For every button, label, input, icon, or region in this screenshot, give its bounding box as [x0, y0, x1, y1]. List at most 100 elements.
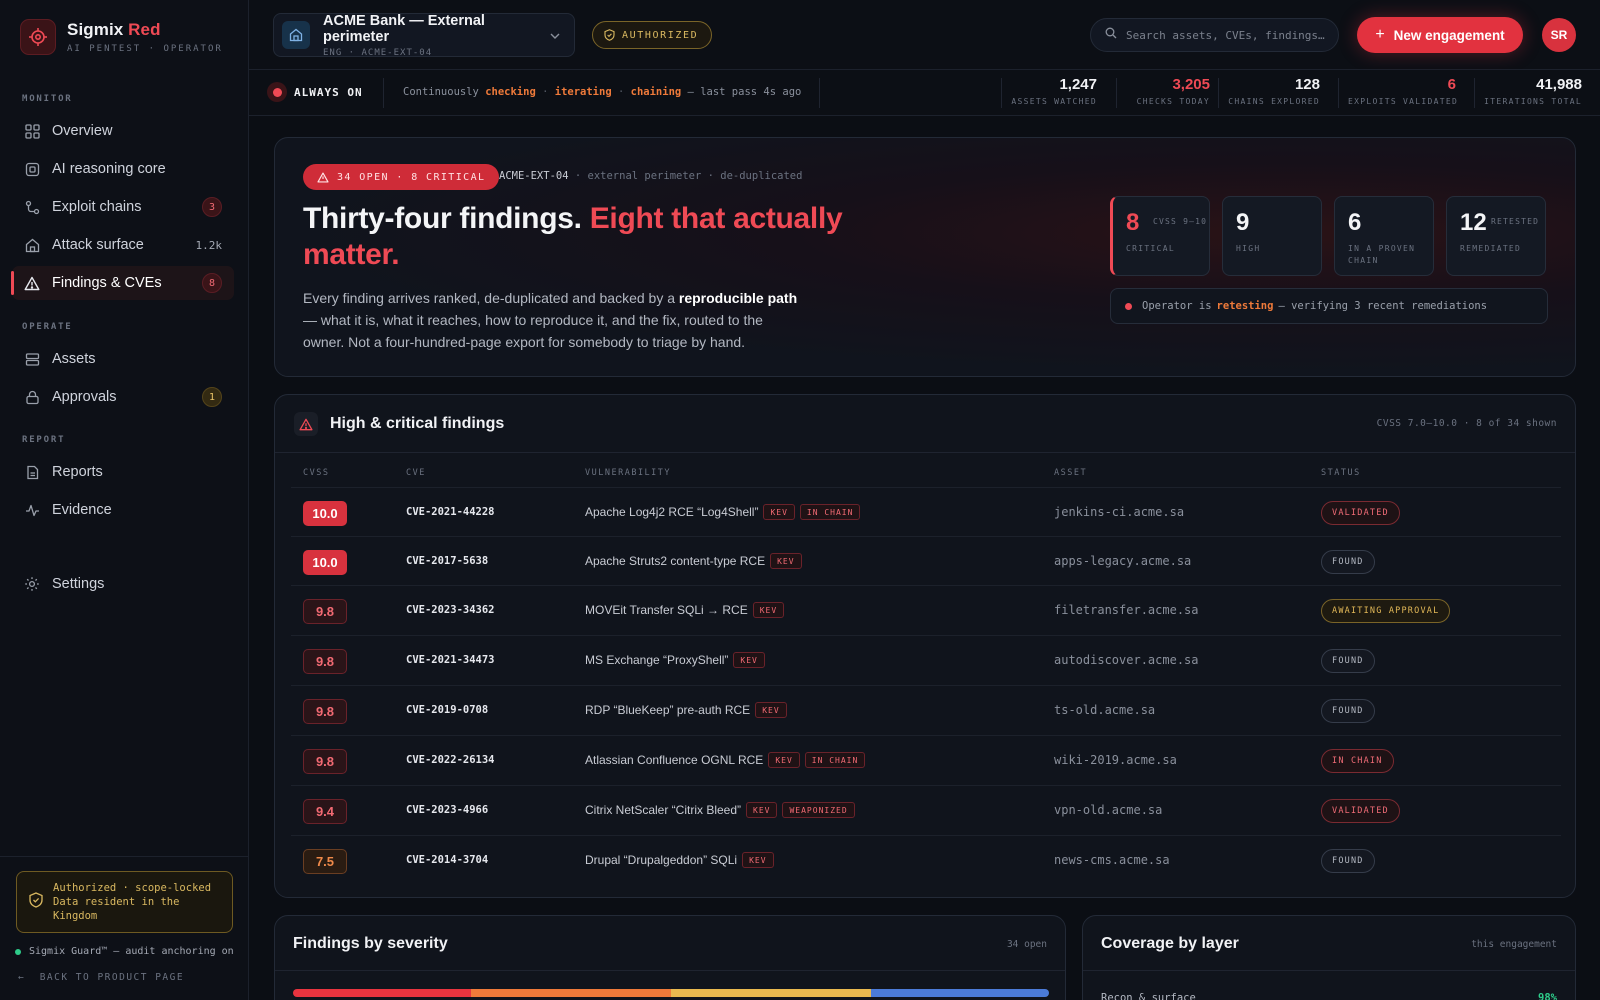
table-row[interactable]: 9.8 CVE-2019-0708 RDP “BlueKeep” pre-auth …: [291, 685, 1561, 735]
metric-chains-explored: 128 CHAINS EXPLORED: [1228, 76, 1320, 110]
asset-host[interactable]: autodiscover.acme.sa: [1054, 653, 1199, 667]
brand[interactable]: Sigmix Red AI PENTEST · OPERATOR: [20, 19, 223, 55]
search-box[interactable]: [1090, 18, 1339, 52]
cve-id[interactable]: CVE-2023-4966: [406, 804, 488, 816]
table-row[interactable]: 10.0 CVE-2021-44228 Apache Log4j2 RCE “Log…: [291, 487, 1561, 537]
sidebar-item-findings-cves[interactable]: Findings & CVEs 8: [11, 266, 234, 300]
sidebar-item-settings[interactable]: Settings: [12, 567, 234, 601]
vulnerability-name: Apache Log4j2 RCE “Log4Shell”: [585, 505, 759, 519]
coverage-panel: Coverage by layer this engagement Recon …: [1082, 915, 1576, 1000]
asset-host[interactable]: vpn-old.acme.sa: [1054, 803, 1162, 817]
cve-id[interactable]: CVE-2019-0708: [406, 704, 488, 716]
live-dot: [267, 82, 287, 102]
avatar[interactable]: SR: [1542, 18, 1576, 52]
metric-value: 3,205: [1172, 76, 1210, 93]
divider: [1083, 970, 1575, 971]
column-header-status[interactable]: STATUS: [1321, 468, 1361, 478]
warning-icon: [317, 172, 329, 182]
sidebar-item-label: AI reasoning core: [52, 161, 166, 177]
sidebar-item-attack-surface[interactable]: Attack surface 1.2k: [12, 228, 234, 262]
authorized-badge: AUTHORIZED: [592, 21, 713, 49]
asset-host[interactable]: ts-old.acme.sa: [1054, 703, 1155, 717]
table-row[interactable]: 9.4 CVE-2023-4966 Citrix NetScaler “Citrix…: [291, 785, 1561, 835]
sidebar-item-reports[interactable]: Reports: [12, 455, 234, 489]
table-row[interactable]: 9.8 CVE-2021-34473 MS Exchange “ProxyShell…: [291, 635, 1561, 685]
coverage-panel-meta: this engagement: [1471, 939, 1557, 950]
stat-card-critical[interactable]: 8 CVSS 9–10 CRITICAL: [1110, 196, 1210, 276]
cve-id[interactable]: CVE-2021-34473: [406, 654, 495, 666]
column-header-cve[interactable]: CVE: [406, 468, 426, 478]
chain-icon: [24, 199, 40, 215]
cve-id[interactable]: CVE-2017-5638: [406, 555, 488, 567]
engagement-selector[interactable]: ACME Bank — External perimeter ENG · ACM…: [273, 12, 575, 58]
scope-notice: Authorized · scope-locked Data resident …: [16, 871, 233, 933]
lock-icon: [24, 389, 40, 405]
metric-checks-today: 3,205 CHECKS TODAY: [1126, 76, 1210, 110]
server-icon: [24, 351, 40, 367]
cve-id[interactable]: CVE-2014-3704: [406, 854, 488, 866]
vulnerability-cell: Citrix NetScaler “Citrix Bleed” KEV WEAPON…: [585, 802, 855, 818]
vulnerability-name: MS Exchange “ProxyShell”: [585, 653, 729, 667]
divider: [1001, 78, 1002, 108]
asset-host[interactable]: apps-legacy.acme.sa: [1054, 554, 1191, 568]
coverage-layer-value: 98%: [1538, 992, 1557, 1000]
sidebar-item-assets[interactable]: Assets: [12, 342, 234, 376]
back-link-label: BACK TO PRODUCT PAGE: [39, 972, 185, 983]
asset-host[interactable]: jenkins-ci.acme.sa: [1054, 505, 1184, 519]
scope-notice-line: Authorized · scope-locked: [53, 882, 212, 894]
asset-host[interactable]: wiki-2019.acme.sa: [1054, 753, 1177, 767]
always-on-label: ALWAYS ON: [294, 85, 363, 99]
table-row[interactable]: 10.0 CVE-2017-5638 Apache Struts2 content-…: [291, 536, 1561, 586]
findings-table-card: High & critical findings CVSS 7.0–10.0 ·…: [274, 394, 1576, 898]
table-row[interactable]: 9.8 CVE-2023-34362 MOVEit Transfer SQLi → …: [291, 585, 1561, 635]
cve-id[interactable]: CVE-2021-44228: [406, 506, 495, 518]
engagement-title: ACME Bank — External perimeter: [323, 12, 485, 45]
vulnerability-cell: RDP “BlueKeep” pre-auth RCE KEV: [585, 702, 787, 718]
stat-tag: RETESTED: [1491, 217, 1540, 226]
stat-card-remediated[interactable]: 12 RETESTED REMEDIATED: [1446, 196, 1546, 276]
findings-range: CVSS 7.0–10.0 · 8 of 34 shown: [1376, 418, 1557, 429]
severity-segment: [470, 989, 671, 997]
search-input[interactable]: [1126, 28, 1326, 42]
cve-id[interactable]: CVE-2022-26134: [406, 754, 495, 766]
column-header-asset[interactable]: ASSET: [1054, 468, 1087, 478]
asset-host[interactable]: news-cms.acme.sa: [1054, 853, 1170, 867]
gear-icon: [24, 576, 40, 592]
stat-label: REMEDIATED: [1460, 244, 1522, 253]
cve-id[interactable]: CVE-2023-34362: [406, 604, 495, 616]
vulnerability-name: Apache Struts2 content-type RCE: [585, 554, 766, 568]
status-badge: FOUND: [1321, 550, 1375, 574]
status-badge: AWAITING APPROVAL: [1321, 599, 1451, 623]
sidebar-item-exploit-chains[interactable]: Exploit chains 3: [12, 190, 234, 224]
sidebar-item-approvals[interactable]: Approvals 1: [12, 380, 234, 414]
vulnerability-cell: Drupal “Drupalgeddon” SQLi KEV: [585, 852, 774, 868]
stat-card-high[interactable]: 9 HIGH: [1222, 196, 1322, 276]
table-row[interactable]: 7.5 CVE-2014-3704 Drupal “Drupalgeddon” SQ…: [291, 835, 1561, 885]
divider: [1338, 78, 1339, 108]
sidebar-item-overview[interactable]: Overview: [12, 114, 234, 148]
table-row[interactable]: 9.8 CVE-2022-26134 Atlassian Confluence OG…: [291, 735, 1561, 785]
tag-badge: WEAPONIZED: [782, 802, 855, 818]
stat-value: 6: [1348, 209, 1362, 236]
asset-host[interactable]: filetransfer.acme.sa: [1054, 603, 1199, 617]
stat-card-in-chain[interactable]: 6 IN A PROVEN CHAIN: [1334, 196, 1434, 276]
vulnerability-cell: MOVEit Transfer SQLi → RCE KEV: [585, 602, 785, 618]
back-to-product-link[interactable]: ← BACK TO PRODUCT PAGE: [18, 972, 184, 983]
pulse-icon: [24, 502, 40, 518]
sidebar-item-label: Overview: [52, 123, 113, 139]
sidebar-item-ai-reasoning-core[interactable]: AI reasoning core: [12, 152, 234, 186]
divider: [1474, 78, 1475, 108]
nav-section-monitor: MONITOR: [22, 94, 73, 104]
vulnerability-cell: MS Exchange “ProxyShell” KEV: [585, 652, 765, 668]
metric-exploits-validated: 6 EXPLOITS VALIDATED: [1348, 76, 1457, 110]
sidebar-item-evidence[interactable]: Evidence: [12, 493, 234, 527]
engagement-context: ACME-EXT-04 · external perimeter · de-du…: [499, 170, 803, 182]
sidebar-item-label: Exploit chains: [52, 199, 142, 215]
new-engagement-button[interactable]: + New engagement: [1357, 17, 1523, 53]
column-header-cvss[interactable]: CVSS: [303, 468, 329, 478]
column-header-vulnerability[interactable]: VULNERABILITY: [585, 468, 671, 478]
divider: [1116, 78, 1117, 108]
tag-badge: KEV: [733, 652, 765, 668]
stat-value: 12: [1460, 209, 1487, 236]
sidebar-item-label: Attack surface: [52, 237, 144, 253]
